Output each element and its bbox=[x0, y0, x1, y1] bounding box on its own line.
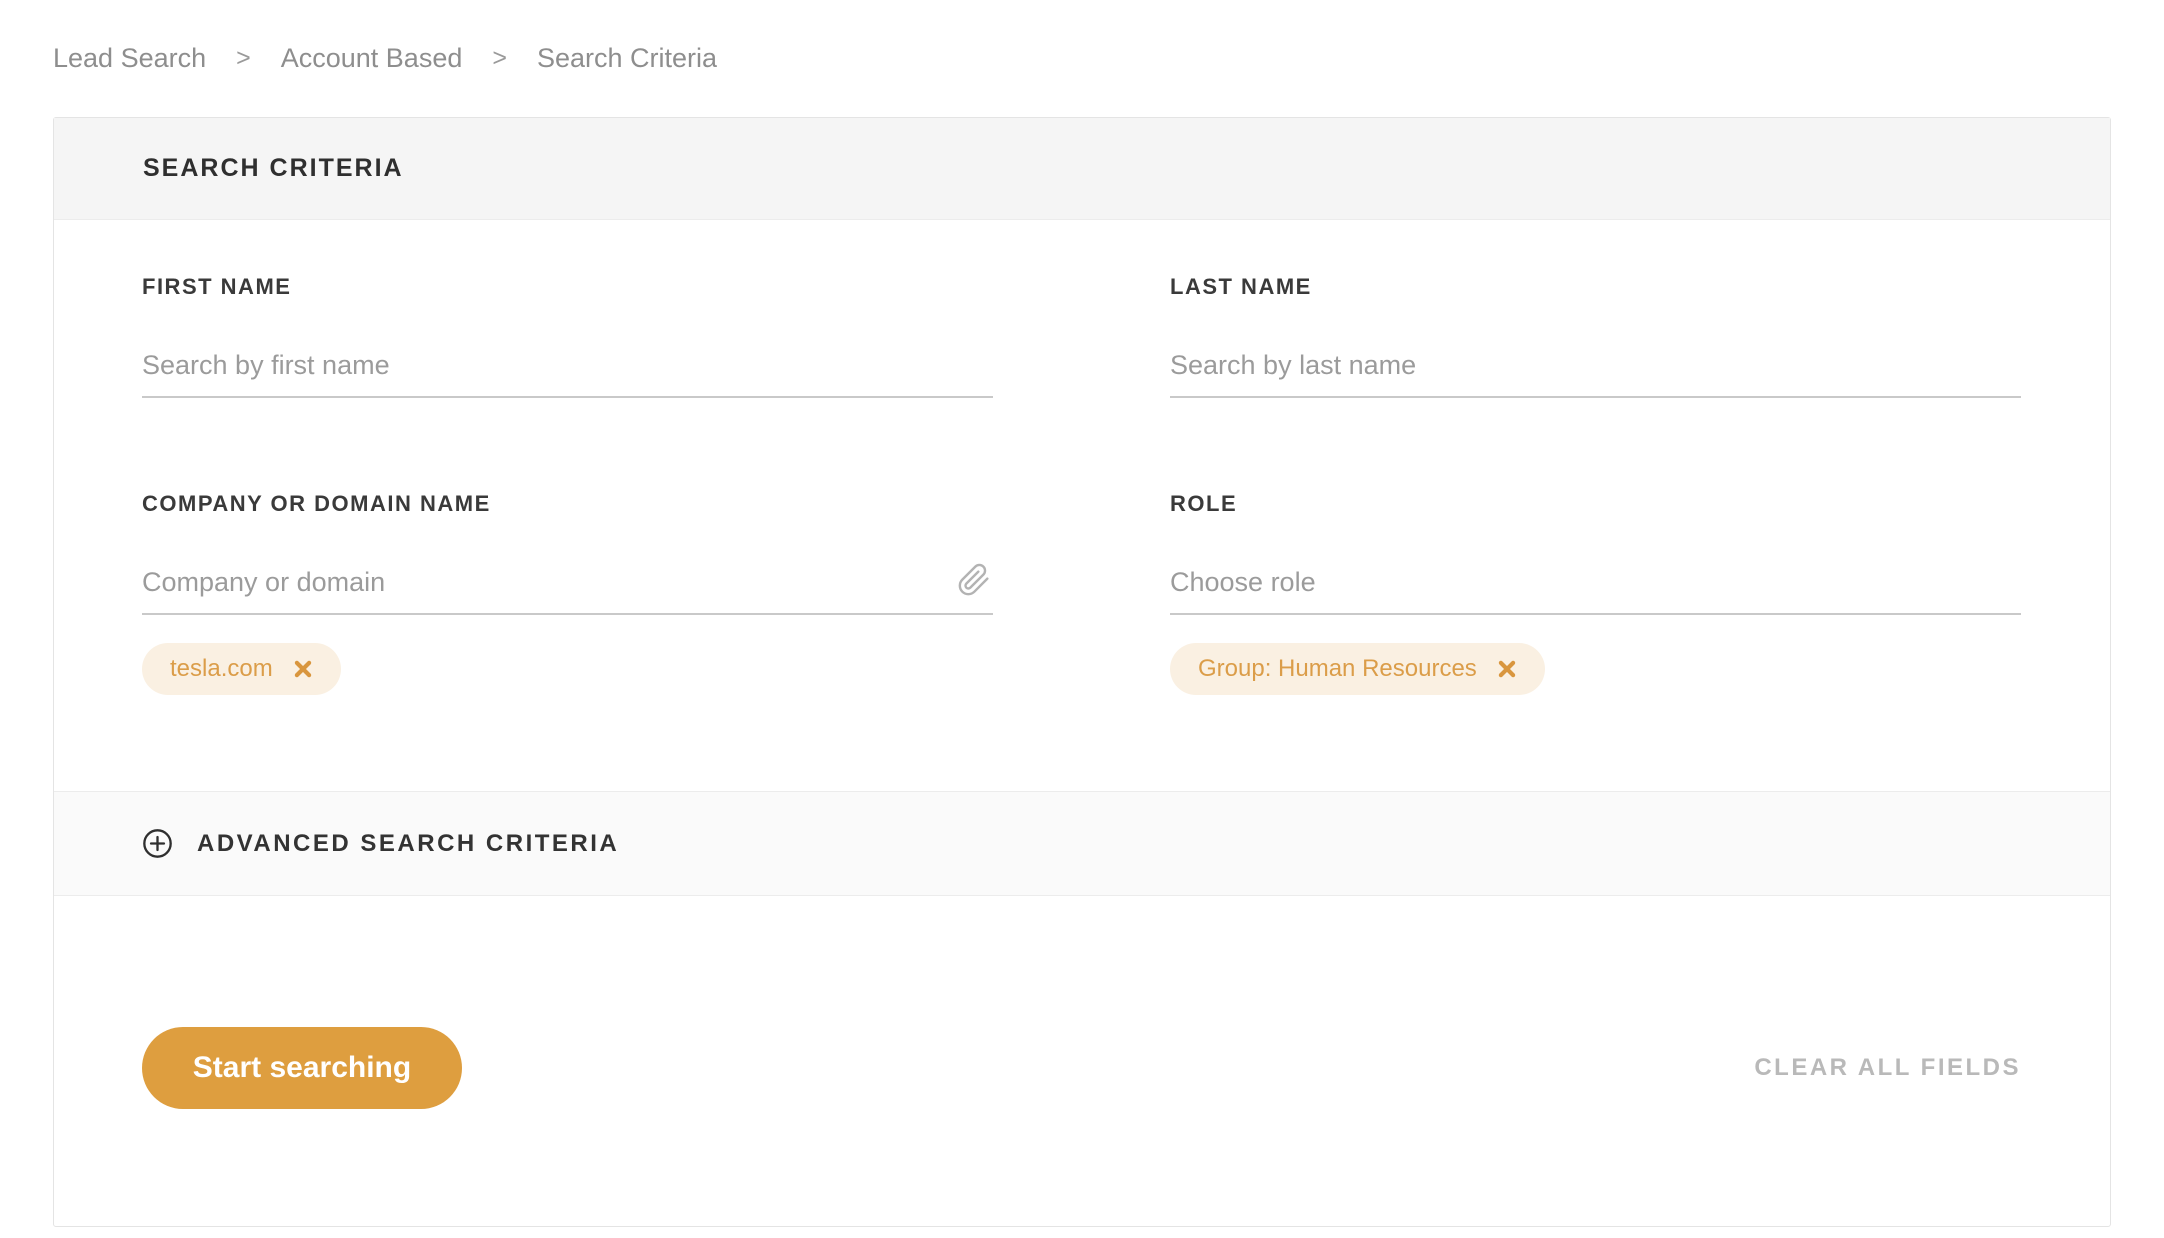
company-tag: tesla.com bbox=[142, 643, 341, 695]
last-name-field: LAST NAME bbox=[1170, 274, 2021, 398]
role-tag-row: Group: Human Resources bbox=[1170, 643, 2021, 695]
last-name-input[interactable] bbox=[1170, 348, 2021, 398]
actions-row: Start searching CLEAR ALL FIELDS bbox=[54, 896, 2110, 1226]
remove-role-tag-icon[interactable] bbox=[1495, 657, 1519, 681]
company-tag-label: tesla.com bbox=[170, 655, 273, 682]
first-name-field: FIRST NAME bbox=[142, 274, 993, 398]
card-header: SEARCH CRITERIA bbox=[54, 118, 2110, 220]
plus-circle-icon bbox=[142, 828, 173, 859]
search-criteria-card: SEARCH CRITERIA FIRST NAME LAST NAME COM… bbox=[53, 117, 2111, 1227]
first-name-input[interactable] bbox=[142, 348, 993, 398]
last-name-label: LAST NAME bbox=[1170, 274, 1312, 299]
role-tag-label: Group: Human Resources bbox=[1198, 655, 1477, 682]
clear-all-fields-button[interactable]: CLEAR ALL FIELDS bbox=[1754, 1054, 2021, 1082]
advanced-search-toggle[interactable]: ADVANCED SEARCH CRITERIA bbox=[54, 791, 2110, 896]
breadcrumb-separator-icon: > bbox=[236, 43, 251, 72]
role-input[interactable] bbox=[1170, 565, 2021, 615]
remove-company-tag-icon[interactable] bbox=[291, 657, 315, 681]
breadcrumb-search-criteria[interactable]: Search Criteria bbox=[537, 43, 717, 74]
card-title: SEARCH CRITERIA bbox=[143, 154, 404, 182]
first-name-label: FIRST NAME bbox=[142, 274, 292, 299]
company-input[interactable] bbox=[142, 565, 993, 615]
role-label: ROLE bbox=[1170, 491, 1238, 516]
advanced-search-label: ADVANCED SEARCH CRITERIA bbox=[197, 829, 620, 857]
role-tag: Group: Human Resources bbox=[1170, 643, 1545, 695]
breadcrumb: Lead Search > Account Based > Search Cri… bbox=[53, 40, 2164, 76]
paperclip-icon[interactable] bbox=[957, 563, 991, 602]
start-searching-button[interactable]: Start searching bbox=[142, 1027, 462, 1109]
company-tag-row: tesla.com bbox=[142, 643, 993, 695]
breadcrumb-account-based[interactable]: Account Based bbox=[281, 43, 463, 74]
breadcrumb-separator-icon: > bbox=[492, 43, 507, 72]
company-label: COMPANY OR DOMAIN NAME bbox=[142, 491, 491, 516]
fields-section: FIRST NAME LAST NAME COMPANY OR DOMAIN N… bbox=[54, 220, 2110, 695]
company-field: COMPANY OR DOMAIN NAME tesla.com bbox=[142, 491, 993, 695]
breadcrumb-lead-search[interactable]: Lead Search bbox=[53, 43, 206, 74]
role-field: ROLE Group: Human Resources bbox=[1170, 491, 2021, 695]
